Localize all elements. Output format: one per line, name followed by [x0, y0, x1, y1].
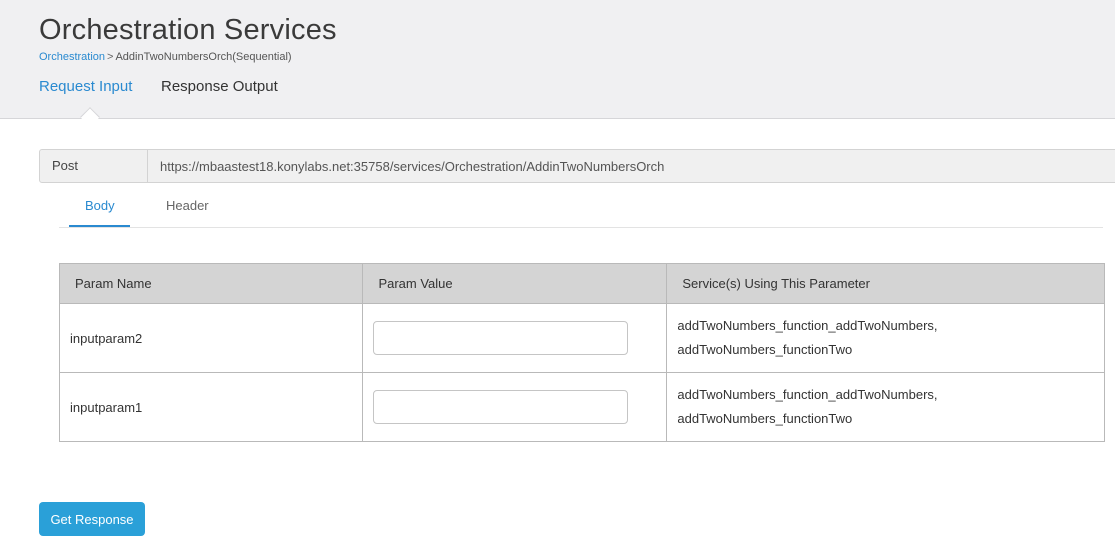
subtab-header[interactable]: Header	[166, 198, 209, 213]
param-value-cell	[362, 372, 668, 442]
param-name-cell: inputparam2	[58, 303, 364, 373]
http-method: Post	[40, 150, 148, 182]
table-row: inputparam1 addTwoNumbers_function_addTw…	[58, 372, 1105, 442]
column-header-param-name: Param Name	[58, 263, 364, 304]
services-cell: addTwoNumbers_function_addTwoNumbers, ad…	[666, 303, 1105, 373]
column-header-param-value: Param Value	[362, 263, 668, 304]
breadcrumb-current: AddinTwoNumbersOrch(Sequential)	[115, 51, 292, 63]
breadcrumb-link-orchestration[interactable]: Orchestration	[39, 51, 105, 63]
tab-response-output[interactable]: Response Output	[161, 78, 278, 95]
subtab-body[interactable]: Body	[85, 198, 115, 213]
active-subtab-underline	[69, 225, 130, 227]
tab-request-input[interactable]: Request Input	[39, 78, 132, 95]
table-header-row: Param Name Param Value Service(s) Using …	[58, 263, 1105, 304]
get-response-button[interactable]: Get Response	[39, 502, 145, 536]
services-cell: addTwoNumbers_function_addTwoNumbers, ad…	[666, 372, 1105, 442]
params-table: Param Name Param Value Service(s) Using …	[58, 263, 1105, 442]
param-value-input-inputparam1[interactable]	[373, 390, 629, 424]
page-title: Orchestration Services	[39, 14, 337, 46]
param-value-input-inputparam2[interactable]	[373, 321, 629, 355]
request-url-bar: Post https://mbaastest18.konylabs.net:35…	[39, 149, 1115, 183]
param-value-cell	[362, 303, 668, 373]
breadcrumb: Orchestration > AddinTwoNumbersOrch(Sequen…	[39, 51, 292, 63]
service-name: addTwoNumbers_function_addTwoNumbers,	[677, 318, 938, 333]
column-header-services: Service(s) Using This Parameter	[666, 263, 1105, 304]
request-url: https://mbaastest18.konylabs.net:35758/s…	[160, 159, 665, 174]
request-subtabs: Body Header	[59, 192, 1103, 228]
page-header: Orchestration Services Orchestration > Add…	[0, 0, 1115, 119]
service-name: addTwoNumbers_function_addTwoNumbers,	[677, 387, 938, 402]
service-name: addTwoNumbers_functionTwo	[677, 342, 853, 357]
service-name: addTwoNumbers_functionTwo	[677, 411, 853, 426]
breadcrumb-separator: >	[107, 51, 114, 63]
table-row: inputparam2 addTwoNumbers_function_addTw…	[58, 303, 1105, 373]
param-name-cell: inputparam1	[58, 372, 364, 442]
